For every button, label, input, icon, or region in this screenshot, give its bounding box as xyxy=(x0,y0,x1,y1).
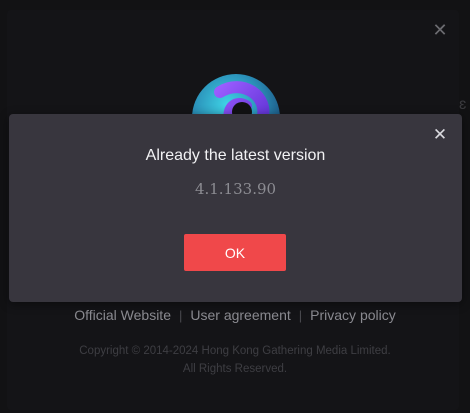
close-icon: ✕ xyxy=(432,125,448,144)
edge-marker: ɛ xyxy=(459,96,467,113)
privacy-policy-link[interactable]: Privacy policy xyxy=(310,307,396,323)
footer-separator: | xyxy=(178,308,183,323)
version-number: 4.1.133.90 xyxy=(194,180,277,198)
dialog-title: Already the latest version xyxy=(145,147,326,164)
ok-button[interactable]: OK xyxy=(184,234,286,271)
footer-separator: | xyxy=(298,308,303,323)
close-icon: ✕ xyxy=(432,20,448,40)
about-close-button[interactable]: ✕ xyxy=(430,20,450,40)
update-dialog: ✕ Already the latest version 4.1.133.90 … xyxy=(9,114,462,302)
user-agreement-link[interactable]: User agreement xyxy=(190,307,290,323)
dialog-close-button[interactable]: ✕ xyxy=(431,126,449,144)
copyright-line-2: All Rights Reserved. xyxy=(182,363,288,375)
official-website-link[interactable]: Official Website xyxy=(74,307,171,323)
footer-links: Official Website | User agreement | Privacy … xyxy=(0,307,470,323)
copyright-text: Copyright © 2014-2024 Hong Kong Gatherin… xyxy=(0,342,470,378)
copyright-line-1: Copyright © 2014-2024 Hong Kong Gatherin… xyxy=(79,345,391,357)
